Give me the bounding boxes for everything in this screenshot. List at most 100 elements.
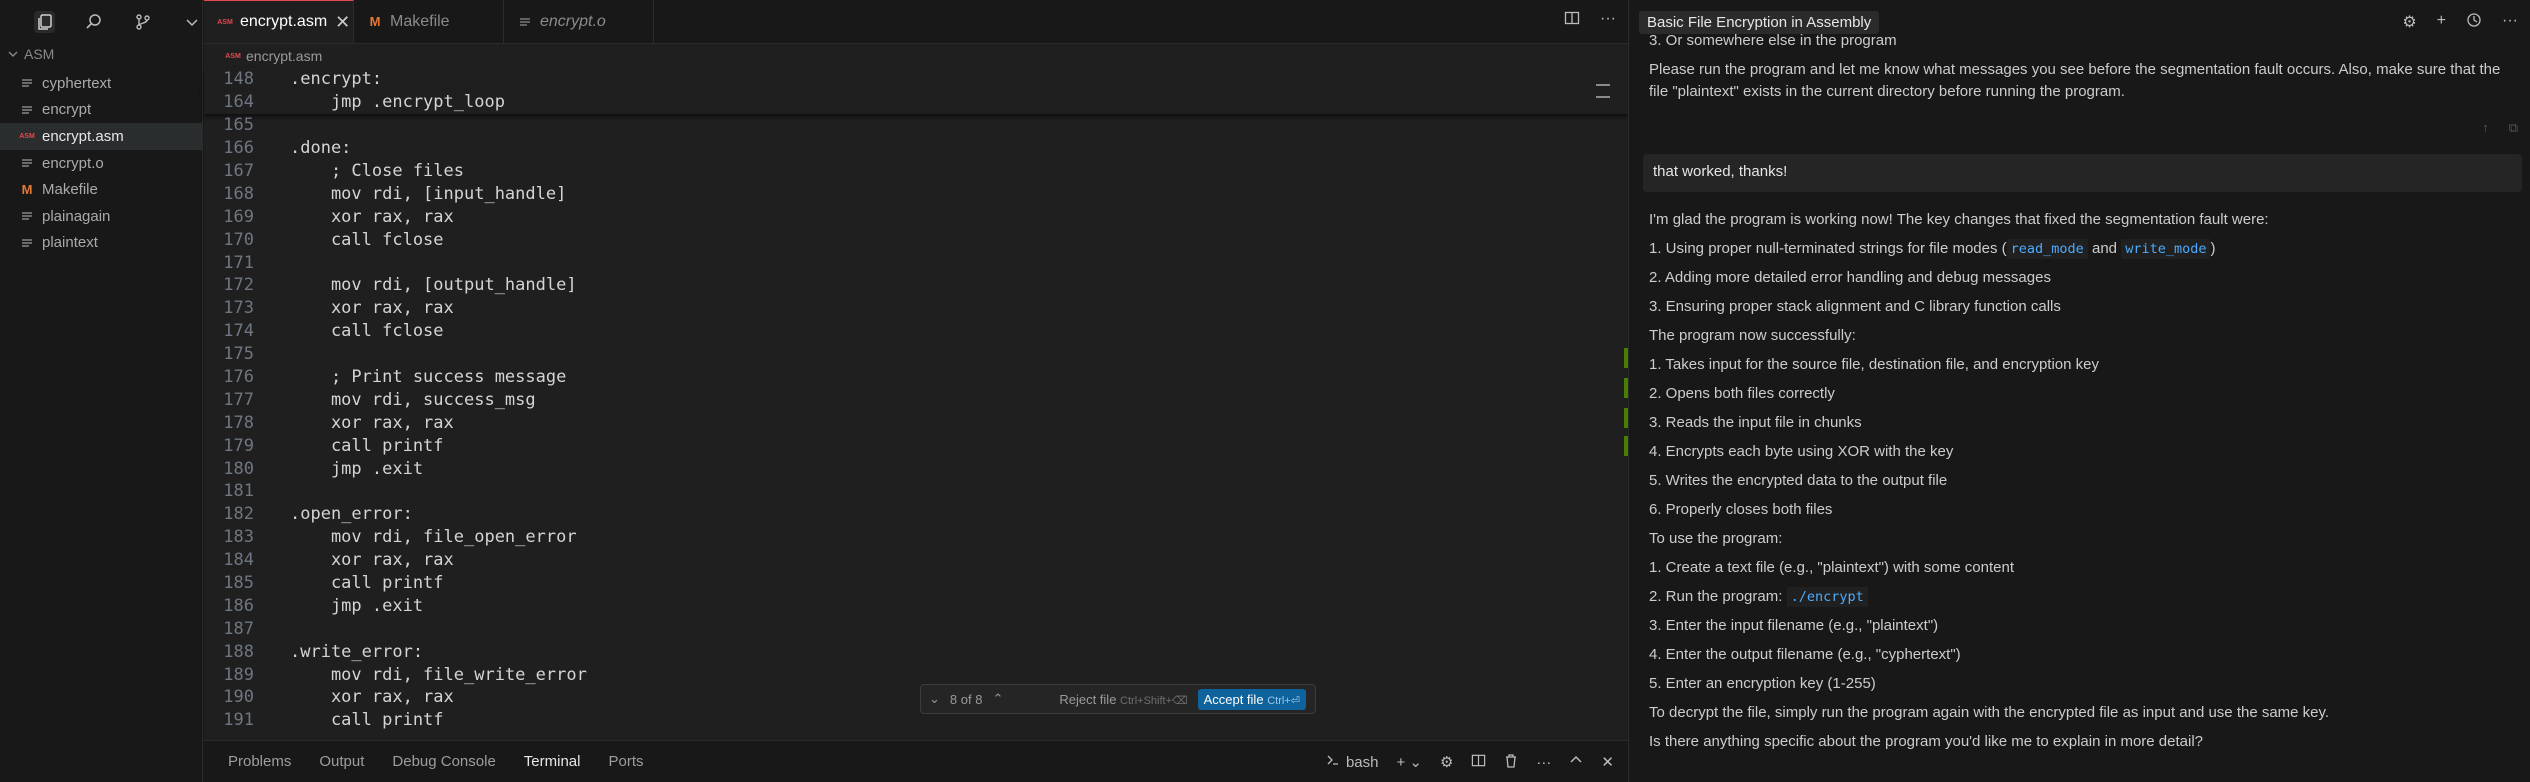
code-line[interactable]: 174 call fclose: [204, 320, 1628, 343]
line-number: 170: [223, 229, 254, 250]
chevron-down-icon[interactable]: [181, 11, 202, 33]
code-line[interactable]: 188 .write_error:: [204, 640, 1628, 663]
assistant-text: To use the program:: [1649, 529, 1783, 547]
tab-output[interactable]: Output: [305, 741, 378, 782]
split-terminal-icon[interactable]: [1471, 753, 1486, 772]
new-terminal-icon[interactable]: + ⌄: [1396, 753, 1422, 771]
code-line[interactable]: 165: [204, 114, 1628, 137]
explorer-icon[interactable]: [34, 11, 55, 33]
explorer-sidebar: ASM cyphertext encrypt ASM encrypt.asm encry…: [0, 0, 203, 782]
list-item: 4. Encrypts each byte using XOR with the…: [1649, 442, 1954, 460]
file-item[interactable]: ASM encrypt.asm: [0, 123, 203, 150]
inline-code: read_mode: [2006, 238, 2088, 260]
file-item[interactable]: cyphertext: [0, 70, 203, 97]
list-item: 1. Using proper null-terminated strings …: [1649, 235, 2518, 264]
arrow-up-icon[interactable]: ↑: [2482, 118, 2489, 138]
code-line[interactable]: 187: [204, 617, 1628, 640]
more-actions-icon[interactable]: ···: [1600, 10, 1616, 31]
search-icon[interactable]: [83, 11, 104, 33]
code-text: xor rax, rax: [290, 206, 454, 227]
breadcrumb[interactable]: ASM encrypt.asm: [204, 44, 1628, 68]
list-item: 2. Run the program: ./encrypt: [1649, 583, 2518, 612]
copy-icon[interactable]: ⧉: [2509, 118, 2518, 138]
line-number: 183: [223, 527, 254, 548]
code-line[interactable]: 190 xor rax, rax: [204, 686, 1628, 709]
tab-label: Makefile: [390, 12, 450, 30]
list-item: 2. Opens both files correctly: [1649, 384, 1835, 402]
trash-icon[interactable]: [1504, 753, 1518, 772]
tab-problems[interactable]: Problems: [214, 741, 305, 782]
sticky-scroll-line[interactable]: 164 jmp .encrypt_loop: [204, 90, 1628, 114]
code-line[interactable]: 184 xor rax, rax: [204, 549, 1628, 572]
code-line[interactable]: 172 mov rdi, [output_handle]: [204, 274, 1628, 297]
close-icon[interactable]: ✕: [335, 12, 350, 33]
line-number: 177: [223, 389, 254, 410]
code-text: .encrypt:: [290, 69, 383, 90]
line-number: 174: [223, 321, 254, 342]
change-counter: 8 of 8: [949, 691, 983, 707]
file-item[interactable]: plaintext: [0, 230, 203, 257]
code-line[interactable]: 176 ; Print success message: [204, 366, 1628, 389]
chevron-down-icon[interactable]: ⌄: [929, 691, 940, 707]
code-line[interactable]: 180 jmp .exit: [204, 457, 1628, 480]
gear-icon[interactable]: ⚙: [1440, 753, 1453, 771]
code-line[interactable]: 179 call printf: [204, 434, 1628, 457]
code-line[interactable]: 167 ; Close files: [204, 160, 1628, 183]
code-text: call printf: [290, 573, 444, 594]
code-text: xor rax, rax: [290, 412, 454, 433]
code-text: mov rdi, file_write_error: [290, 664, 587, 685]
file-item[interactable]: plainagain: [0, 203, 203, 230]
tab-encrypt-o[interactable]: encrypt.o: [504, 0, 654, 43]
user-message[interactable]: that worked, thanks!: [1643, 153, 2522, 192]
code-line[interactable]: 175: [204, 343, 1628, 366]
list-text: 2. Run the program:: [1649, 587, 1787, 605]
editor-tabbar: ASM encrypt.asm ✕ M Makefile encrypt.o ·…: [204, 0, 1628, 44]
code-line[interactable]: 185 call printf: [204, 572, 1628, 595]
tab-makefile[interactable]: M Makefile: [354, 0, 504, 43]
code-line[interactable]: 171: [204, 251, 1628, 274]
tab-encrypt-asm[interactable]: ASM encrypt.asm ✕: [204, 0, 354, 43]
code-line[interactable]: 170 call fclose: [204, 228, 1628, 251]
sticky-scroll-line[interactable]: 148 .encrypt:: [204, 68, 1628, 91]
folder-header[interactable]: ASM: [8, 46, 54, 62]
tab-debug-console[interactable]: Debug Console: [378, 741, 509, 782]
code-line[interactable]: 166 .done:: [204, 137, 1628, 160]
line-number: 190: [223, 687, 254, 708]
line-number: 186: [223, 595, 254, 616]
file-item[interactable]: encrypt: [0, 97, 203, 124]
code-line[interactable]: 181: [204, 480, 1628, 503]
code-line[interactable]: 183 mov rdi, file_open_error: [204, 526, 1628, 549]
accept-file-button[interactable]: Accept file Ctrl+⏎: [1197, 688, 1306, 710]
code-editor[interactable]: 148 .encrypt: 164 jmp .encrypt_loop 165 166.…: [204, 68, 1628, 738]
line-number: 168: [223, 183, 254, 204]
more-actions-icon[interactable]: ···: [1536, 754, 1551, 771]
code-line[interactable]: 168 mov rdi, [input_handle]: [204, 182, 1628, 205]
tab-terminal[interactable]: Terminal: [509, 741, 595, 782]
code-line[interactable]: 186 jmp .exit: [204, 594, 1628, 617]
source-control-icon[interactable]: [132, 11, 153, 33]
code-line[interactable]: 191 call printf: [204, 709, 1628, 732]
code-line[interactable]: 173 xor rax, rax: [204, 297, 1628, 320]
code-line[interactable]: 169 xor rax, rax: [204, 205, 1628, 228]
code-text: xor rax, rax: [290, 298, 454, 319]
code-line[interactable]: 177 mov rdi, success_msg: [204, 388, 1628, 411]
terminal-shell-selector[interactable]: bash: [1326, 753, 1378, 771]
line-number: 182: [223, 504, 254, 525]
chevron-up-icon[interactable]: [1569, 753, 1583, 771]
close-icon[interactable]: ✕: [1601, 753, 1614, 771]
code-line[interactable]: 182 .open_error:: [204, 503, 1628, 526]
chat-panel: Basic File Encryption in Assembly ⚙ + ··…: [1628, 0, 2530, 782]
diff-review-widget: ⌄ 8 of 8 ⌃ Reject file Ctrl+Shift+⌫ Acce…: [920, 684, 1316, 714]
line-number: 173: [223, 298, 254, 319]
split-editor-icon[interactable]: [1564, 10, 1580, 31]
lines-icon: [20, 76, 34, 90]
chevron-up-icon[interactable]: ⌃: [992, 691, 1003, 707]
file-item[interactable]: M Makefile: [0, 176, 203, 203]
code-line[interactable]: 189 mov rdi, file_write_error: [204, 663, 1628, 686]
reject-file-button[interactable]: Reject file Ctrl+Shift+⌫: [1059, 692, 1187, 707]
tab-ports[interactable]: Ports: [594, 741, 657, 782]
code-line[interactable]: 178 xor rax, rax: [204, 411, 1628, 434]
file-item[interactable]: encrypt.o: [0, 150, 203, 177]
